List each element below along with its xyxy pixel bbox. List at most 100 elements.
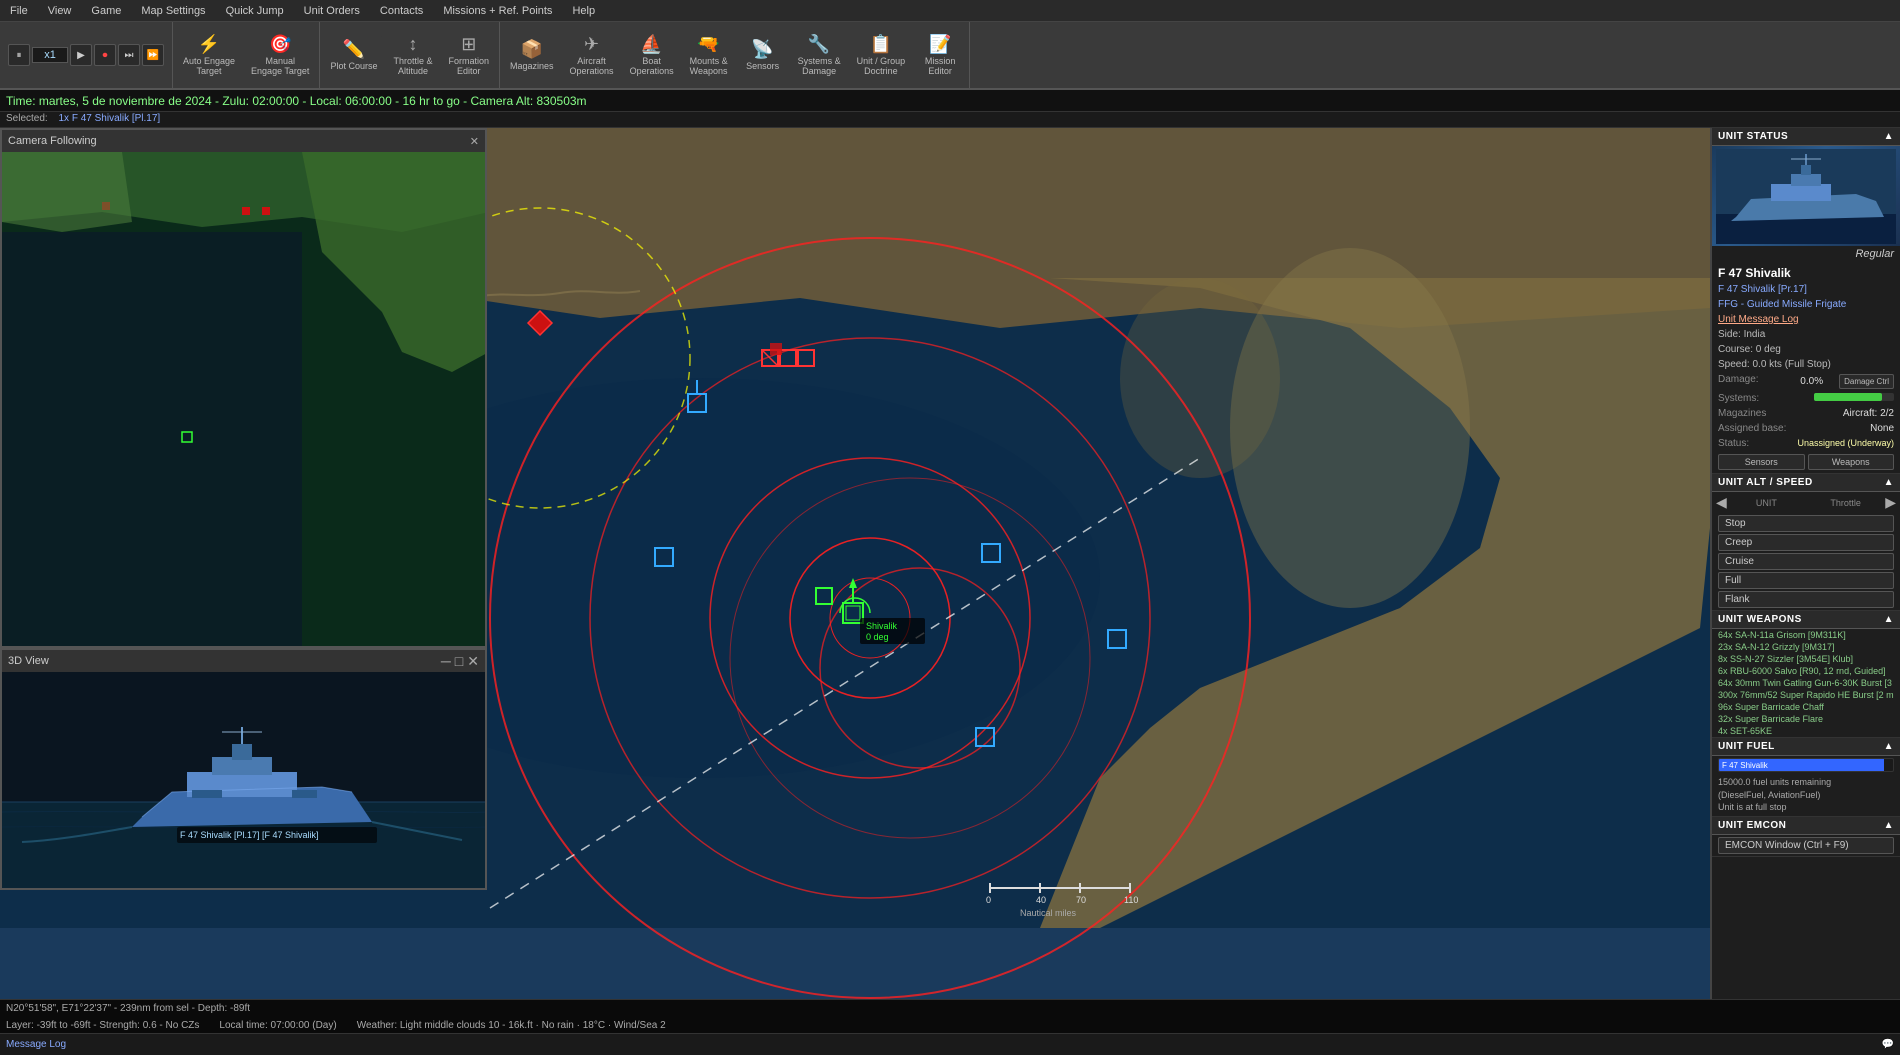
3d-view-content: F 47 Shivalik [Pl.17] [F 47 Shivalik] xyxy=(2,672,485,888)
step-forward-button[interactable]: ⏭ xyxy=(118,44,140,66)
manual-engage-button[interactable]: 🎯 ManualEngage Target xyxy=(245,31,315,80)
throttle-icon: ↕ xyxy=(408,34,417,55)
damage-row: Damage: 0.0% Damage Ctrl xyxy=(1712,372,1900,391)
unit-message-log[interactable]: Unit Message Log xyxy=(1712,312,1900,327)
weapon-item-1[interactable]: 23x SA-N-12 Grizzly [9M317] xyxy=(1712,641,1900,653)
left-arrow-icon[interactable]: ◀ xyxy=(1716,494,1727,511)
auto-engage-icon: ⚡ xyxy=(198,34,220,55)
coord-text: N20°51'58", E71°22'37" - 239nm from sel … xyxy=(6,1003,250,1014)
menu-help[interactable]: Help xyxy=(562,5,605,17)
message-log-bar: Message Log 💬 xyxy=(0,1033,1900,1055)
throttle-col-label: Throttle xyxy=(1806,498,1885,508)
3d-ship-label: F 47 Shivalik [Pl.17] [F 47 Shivalik] xyxy=(180,830,319,840)
3d-close-icon[interactable]: ✕ xyxy=(467,653,479,670)
camera-content xyxy=(2,152,485,646)
weapon-item-2[interactable]: 8x SS-N-27 Sizzler [3M54E] Klub] xyxy=(1712,653,1900,665)
systems-icon: 🔧 xyxy=(808,34,830,55)
fuel-collapse-icon[interactable]: ▲ xyxy=(1884,741,1894,752)
cruise-button[interactable]: Cruise xyxy=(1718,553,1894,570)
3d-view-titlebar[interactable]: 3D View ─ □ ✕ xyxy=(2,650,485,672)
menu-file[interactable]: File xyxy=(0,5,38,17)
alt-speed-collapse-icon[interactable]: ▲ xyxy=(1884,477,1894,488)
right-panel: UNIT STATUS ▲ xyxy=(1710,128,1900,999)
magazines-button[interactable]: 📦 Magazines xyxy=(504,36,560,75)
systems-bar-bg xyxy=(1814,393,1894,401)
camera-titlebar[interactable]: Camera Following ✕ xyxy=(2,130,485,152)
flank-button[interactable]: Flank xyxy=(1718,591,1894,608)
svg-text:0 deg: 0 deg xyxy=(866,632,889,642)
creep-button[interactable]: Creep xyxy=(1718,534,1894,551)
stop-button[interactable]: Stop xyxy=(1718,515,1894,532)
ops-group: 📦 Magazines ✈ AircraftOperations ⛵ BoatO… xyxy=(500,22,970,88)
weapon-item-4[interactable]: 64x 30mm Twin Gatling Gun-6-30K Burst [3 xyxy=(1712,677,1900,689)
boat-ops-button[interactable]: ⛵ BoatOperations xyxy=(624,31,680,80)
base-row: Assigned base: None xyxy=(1712,421,1900,436)
plot-course-button[interactable]: ✏️ Plot Course xyxy=(324,36,383,75)
3d-view-controls: ─ □ ✕ xyxy=(441,653,479,670)
weapon-item-7[interactable]: 32x Super Barricade Flare xyxy=(1712,713,1900,725)
emcon-window-button[interactable]: EMCON Window (Ctrl + F9) xyxy=(1718,837,1894,854)
weapon-item-3[interactable]: 6x RBU-6000 Salvo [R90, 12 rnd, Guided] xyxy=(1712,665,1900,677)
weapon-item-0[interactable]: 64x SA-N-11a Grisom [9M311K] xyxy=(1712,629,1900,641)
ship-image xyxy=(1712,146,1900,246)
sensor-weapon-buttons: Sensors Weapons xyxy=(1712,451,1900,473)
record-button[interactable]: ⏺ xyxy=(94,44,116,66)
sensors-tab-button[interactable]: Sensors xyxy=(1718,454,1805,470)
emcon-collapse-icon[interactable]: ▲ xyxy=(1884,820,1894,831)
sensors-button[interactable]: 📡 Sensors xyxy=(738,36,788,75)
formation-icon: ⊞ xyxy=(461,34,476,55)
unit-group-doctrine-button[interactable]: 📋 Unit / GroupDoctrine xyxy=(851,31,912,80)
menu-game[interactable]: Game xyxy=(81,5,131,17)
menu-unit-orders[interactable]: Unit Orders xyxy=(294,5,370,17)
menu-missions[interactable]: Missions + Ref. Points xyxy=(433,5,562,17)
weapon-item-5[interactable]: 300x 76mm/52 Super Rapido HE Burst [2 m xyxy=(1712,689,1900,701)
auto-engage-button[interactable]: ⚡ Auto EngageTarget xyxy=(177,31,241,80)
systems-damage-button[interactable]: 🔧 Systems &Damage xyxy=(792,31,847,80)
unit-type: FFG - Guided Missile Frigate xyxy=(1712,297,1900,312)
damage-ctrl-button[interactable]: Damage Ctrl xyxy=(1839,374,1894,389)
play-button[interactable]: ▶ xyxy=(70,44,92,66)
menu-bar: File View Game Map Settings Quick Jump U… xyxy=(0,0,1900,22)
camera-close-icon[interactable]: ✕ xyxy=(470,135,479,148)
weapons-tab-button[interactable]: Weapons xyxy=(1808,454,1895,470)
message-log-label[interactable]: Message Log xyxy=(6,1039,66,1050)
formation-editor-button[interactable]: ⊞ FormationEditor xyxy=(442,31,495,80)
3d-minimize-icon[interactable]: ─ xyxy=(441,653,451,670)
aircraft-ops-button[interactable]: ✈ AircraftOperations xyxy=(564,31,620,80)
throttle-altitude-button[interactable]: ↕ Throttle &Altitude xyxy=(387,31,438,80)
engage-group: ⚡ Auto EngageTarget 🎯 ManualEngage Targe… xyxy=(173,22,320,88)
mission-editor-button[interactable]: 📝 MissionEditor xyxy=(915,31,965,80)
pause-button[interactable]: ⏸ xyxy=(8,44,30,66)
weapon-item-6[interactable]: 96x Super Barricade Chaff xyxy=(1712,701,1900,713)
right-arrow-icon[interactable]: ▶ xyxy=(1885,494,1896,511)
menu-map-settings[interactable]: Map Settings xyxy=(131,5,215,17)
toolbar: ⏸ x1 ▶ ⏺ ⏭ ⏩ ⚡ Auto EngageTarget 🎯 Manua… xyxy=(0,22,1900,90)
playback-controls: ⏸ x1 ▶ ⏺ ⏭ ⏩ xyxy=(0,22,173,88)
weapons-header: UNIT WEAPONS ▲ xyxy=(1712,611,1900,629)
coord-bar: N20°51'58", E71°22'37" - 239nm from sel … xyxy=(0,999,1900,1017)
fast-forward-button[interactable]: ⏩ xyxy=(142,44,164,66)
weapon-item-8[interactable]: 4x SET-65KE xyxy=(1712,725,1900,737)
svg-text:Shivalik: Shivalik xyxy=(866,621,898,631)
3d-maximize-icon[interactable]: □ xyxy=(455,653,463,670)
unit-fullname: F 47 Shivalik [Pr.17] xyxy=(1712,282,1900,297)
emcon-header: UNIT EMCON ▲ xyxy=(1712,817,1900,835)
magazines-value: Aircraft: 2/2 xyxy=(1843,408,1894,419)
damage-value: 0.0% xyxy=(1800,376,1823,387)
menu-contacts[interactable]: Contacts xyxy=(370,5,433,17)
status-bar: Time: martes, 5 de noviembre de 2024 - Z… xyxy=(0,90,1900,112)
systems-bar-fill xyxy=(1814,393,1882,401)
svg-text:0: 0 xyxy=(986,895,991,905)
fuel-bar-fill: F 47 Shivalik xyxy=(1719,759,1884,771)
collapse-icon[interactable]: ▲ xyxy=(1884,131,1894,142)
menu-view[interactable]: View xyxy=(38,5,82,17)
weapons-collapse-icon[interactable]: ▲ xyxy=(1884,614,1894,625)
full-button[interactable]: Full xyxy=(1718,572,1894,589)
map-area[interactable]: Shivalik 0 deg 0 40 70 110 Nautical mile… xyxy=(0,128,1710,999)
mounts-weapons-button[interactable]: 🔫 Mounts &Weapons xyxy=(684,31,734,80)
aircraft-icon: ✈ xyxy=(584,34,599,55)
selected-unit: 1x F 47 Shivalik [Pl.17] xyxy=(58,113,160,124)
3d-scene: F 47 Shivalik [Pl.17] [F 47 Shivalik] xyxy=(2,672,485,888)
plot-course-icon: ✏️ xyxy=(343,39,365,60)
menu-quick-jump[interactable]: Quick Jump xyxy=(216,5,294,17)
